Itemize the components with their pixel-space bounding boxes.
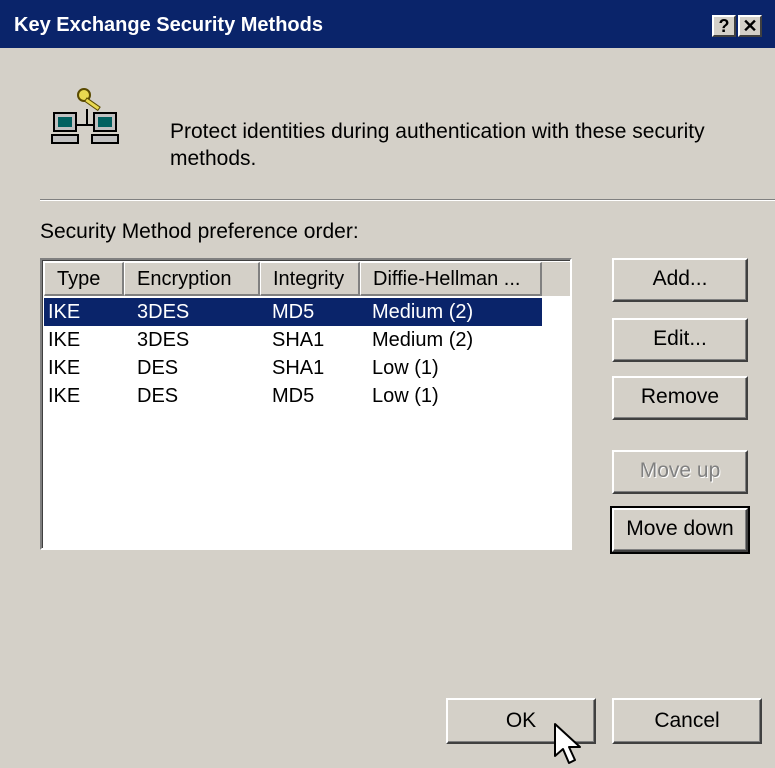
list-header: Type Encryption Integrity Diffie-Hellman…	[44, 262, 570, 296]
table-row[interactable]: IKE 3DES SHA1 Medium (2)	[44, 326, 542, 354]
title-bar: Key Exchange Security Methods ? ✕	[0, 0, 775, 48]
cell-encryption: DES	[137, 385, 179, 407]
cell-type: IKE	[48, 357, 81, 379]
edit-button[interactable]: Edit...	[612, 318, 748, 362]
mouse-pointer-icon	[554, 723, 581, 764]
column-header-diffie-hellman[interactable]: Diffie-Hellman ...	[360, 262, 542, 296]
cell-integrity: SHA1	[272, 357, 325, 379]
close-button[interactable]: ✕	[738, 15, 762, 37]
list-label: Security Method preference order:	[40, 220, 359, 243]
move-up-button[interactable]: Move up	[612, 450, 748, 494]
cell-diffie-hellman: Medium (2)	[372, 329, 474, 351]
cell-integrity: MD5	[272, 301, 315, 323]
move-down-button[interactable]: Move down	[610, 506, 750, 554]
list-rows: IKE 3DES MD5 Medium (2) IKE 3DES SHA1 Me…	[44, 298, 570, 410]
column-header-integrity[interactable]: Integrity	[260, 262, 360, 296]
security-methods-list[interactable]: Type Encryption Integrity Diffie-Hellman…	[40, 258, 572, 550]
cancel-button[interactable]: Cancel	[612, 698, 762, 744]
cell-type: IKE	[48, 329, 81, 351]
add-button[interactable]: Add...	[612, 258, 748, 302]
networked-computers-key-icon	[51, 88, 119, 144]
close-icon: ✕	[742, 16, 758, 36]
cell-encryption: DES	[137, 357, 179, 379]
cell-type: IKE	[48, 385, 81, 407]
column-header-encryption[interactable]: Encryption	[124, 262, 260, 296]
table-row[interactable]: IKE DES MD5 Low (1)	[44, 382, 542, 410]
help-button[interactable]: ?	[712, 15, 736, 37]
cell-diffie-hellman: Medium (2)	[372, 301, 474, 323]
separator	[40, 199, 775, 201]
table-row[interactable]: IKE DES SHA1 Low (1)	[44, 354, 542, 382]
cell-diffie-hellman: Low (1)	[372, 357, 439, 379]
table-row[interactable]: IKE 3DES MD5 Medium (2)	[44, 298, 542, 326]
cell-diffie-hellman: Low (1)	[372, 385, 439, 407]
dialog-description: Protect identities during authentication…	[170, 120, 705, 170]
cell-encryption: 3DES	[137, 329, 190, 351]
dialog-title: Key Exchange Security Methods	[14, 14, 323, 36]
cell-integrity: MD5	[272, 385, 315, 407]
cell-integrity: SHA1	[272, 329, 325, 351]
cell-encryption: 3DES	[137, 301, 190, 323]
cell-type: IKE	[48, 301, 81, 323]
column-header-type[interactable]: Type	[44, 262, 124, 296]
remove-button[interactable]: Remove	[612, 376, 748, 420]
